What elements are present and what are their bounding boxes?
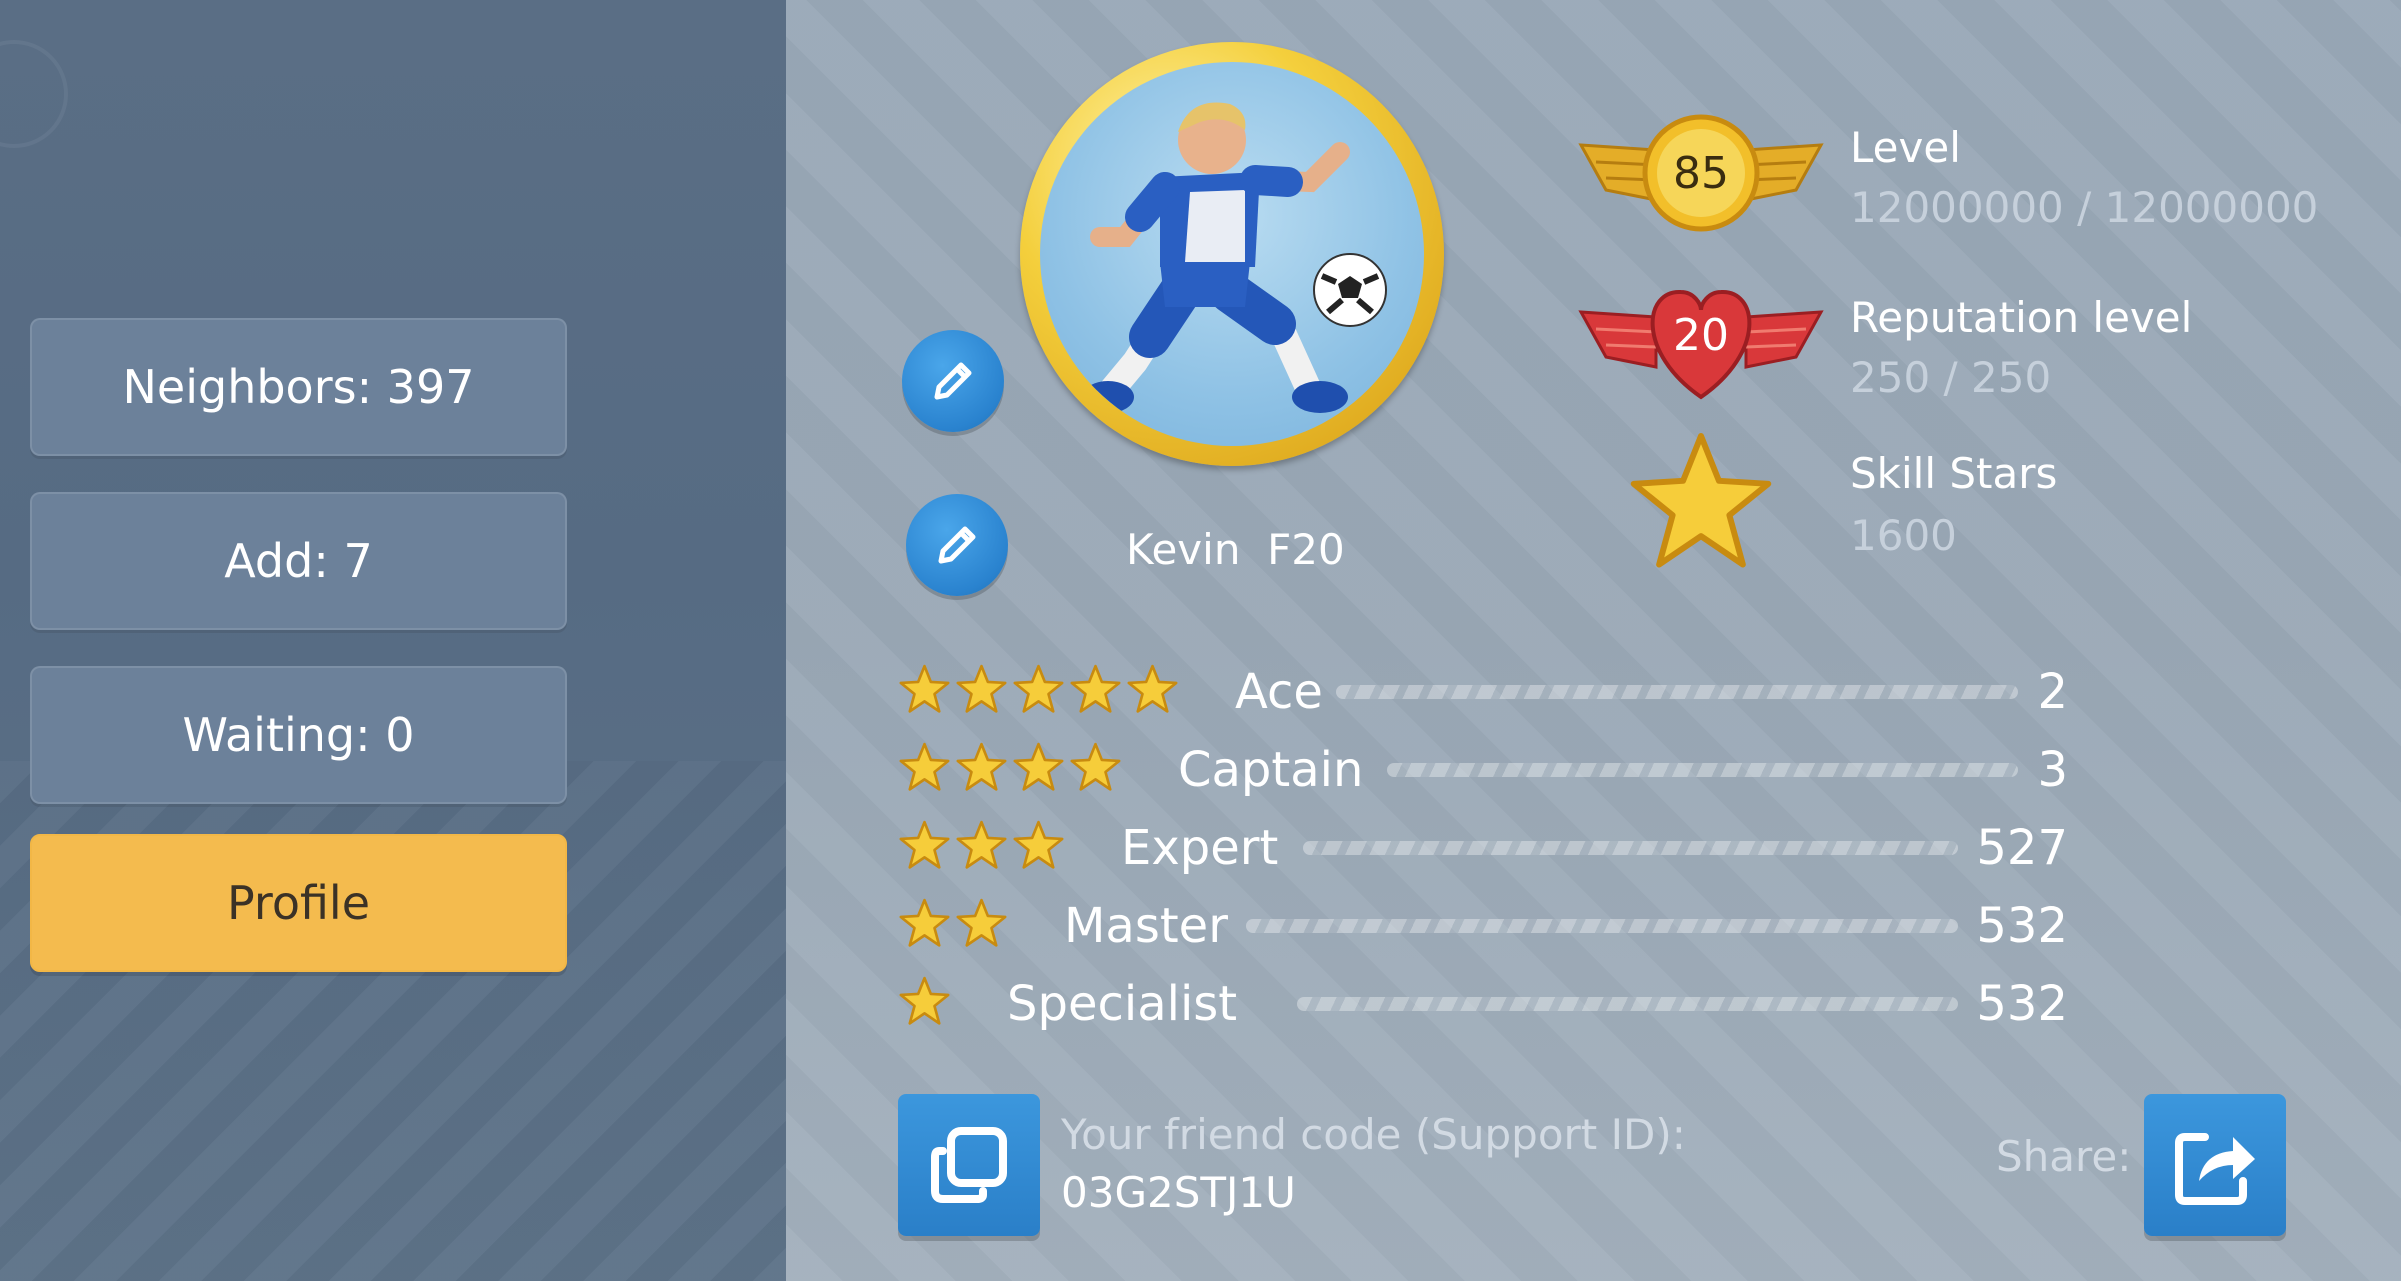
share-icon	[2175, 1133, 2255, 1205]
ranking-stars	[898, 820, 1065, 876]
star-icon	[956, 898, 1007, 947]
avatar[interactable]	[1020, 42, 1444, 466]
ranking-count: 532	[1976, 898, 2068, 954]
friend-code-label: Your friend code (Support ID):	[1061, 1110, 1686, 1159]
background-decoration	[0, 40, 68, 148]
profile-button[interactable]: Profile	[30, 834, 567, 972]
pencil-icon	[934, 362, 972, 400]
add-button-label: Add: 7	[224, 534, 373, 588]
ranking-name: Captain	[1178, 742, 1364, 798]
ranking-count: 2	[2037, 664, 2068, 720]
edit-name-button[interactable]	[906, 494, 1008, 596]
level-badge-text: 85	[1673, 148, 1729, 199]
ranking-count: 532	[1976, 976, 2068, 1032]
star-icon	[1013, 742, 1064, 791]
pencil-icon	[938, 526, 976, 564]
copy-icon	[931, 1127, 1007, 1203]
friend-code-value: 03G2STJ1U	[1061, 1168, 1296, 1217]
ranking-progress-track	[1336, 685, 2018, 699]
reputation-value: 250 / 250	[1850, 353, 2052, 402]
waiting-button-label: Waiting: 0	[182, 708, 415, 762]
skill-stars-label: Skill Stars	[1850, 449, 2058, 498]
ranking-row: Ace 2	[898, 660, 2068, 724]
profile-panel: Kevin F20 85 Level 12000000 / 12000000 2…	[786, 0, 2401, 1281]
avatar-image	[1040, 62, 1424, 446]
star-icon	[956, 664, 1007, 713]
level-value: 12000000 / 12000000	[1850, 183, 2319, 232]
reputation-label: Reputation level	[1850, 293, 2193, 342]
ranking-stars	[898, 976, 951, 1032]
profile-button-label: Profile	[226, 876, 371, 930]
ranking-count: 527	[1976, 820, 2068, 876]
star-icon	[899, 820, 950, 869]
star-icon	[956, 742, 1007, 791]
star-icon	[899, 976, 950, 1025]
neighbors-button[interactable]: Neighbors: 397	[30, 318, 567, 456]
star-icon	[1070, 742, 1121, 791]
level-label: Level	[1850, 123, 1961, 172]
ranking-progress-track	[1297, 997, 1958, 1011]
ranking-stars	[898, 898, 1008, 954]
ranking-progress-track	[1387, 763, 2018, 777]
star-icon	[1013, 820, 1064, 869]
ranking-name: Expert	[1121, 820, 1279, 876]
star-icon	[899, 664, 950, 713]
ranking-progress-track	[1246, 919, 1958, 933]
ranking-count: 3	[2037, 742, 2068, 798]
star-icon	[899, 898, 950, 947]
player-name: Kevin F20	[1126, 525, 1345, 574]
left-sidebar: Neighbors: 397 Add: 7 Waiting: 0 Profile	[0, 0, 786, 1281]
neighbors-button-label: Neighbors: 397	[122, 360, 475, 414]
star-icon	[899, 742, 950, 791]
level-badge-icon: 85	[1578, 114, 1824, 232]
ranking-name: Specialist	[1007, 976, 1238, 1032]
ranking-row: Specialist 532	[898, 972, 2068, 1036]
waiting-button[interactable]: Waiting: 0	[30, 666, 567, 804]
star-icon	[956, 820, 1007, 869]
ranking-row: Master 532	[898, 894, 2068, 958]
ranking-progress-track	[1303, 841, 1958, 855]
share-label: Share:	[1996, 1132, 2132, 1181]
ranking-stars	[898, 664, 1179, 720]
reputation-badge-icon: 20	[1578, 289, 1824, 400]
star-icon	[1630, 432, 1772, 568]
edit-avatar-button[interactable]	[902, 330, 1004, 432]
add-button[interactable]: Add: 7	[30, 492, 567, 630]
ranking-name: Master	[1064, 898, 1228, 954]
share-button[interactable]	[2144, 1094, 2286, 1236]
soccer-player-illustration	[1082, 102, 1387, 413]
ranking-row: Captain 3	[898, 738, 2068, 802]
reputation-badge-text: 20	[1673, 310, 1729, 361]
copy-code-button[interactable]	[898, 1094, 1040, 1236]
star-icon	[1013, 664, 1064, 713]
ranking-row: Expert 527	[898, 816, 2068, 880]
star-icon	[1070, 664, 1121, 713]
ranking-stars	[898, 742, 1122, 798]
skill-stars-value: 1600	[1850, 511, 1957, 560]
ranking-name: Ace	[1235, 664, 1323, 720]
star-icon	[1127, 664, 1178, 713]
